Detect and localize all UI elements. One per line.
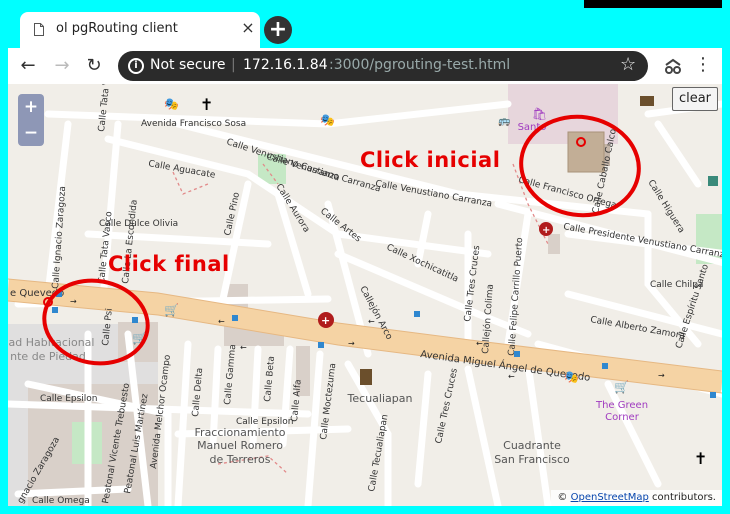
clear-button[interactable]: clear (672, 87, 718, 111)
info-icon[interactable]: i (128, 58, 144, 74)
reload-icon[interactable]: ↻ (82, 54, 106, 78)
address-separator: | (231, 57, 236, 73)
place-label: Fraccionamiento (195, 426, 286, 439)
museum-icon (640, 96, 654, 106)
svg-text:←: ← (476, 339, 483, 348)
page-icon (34, 23, 44, 36)
place-label: Tecualiapan (347, 392, 413, 405)
shop-icon: 🛒 (164, 303, 179, 317)
place-label: The Green (595, 400, 648, 411)
forward-icon[interactable]: → (50, 54, 74, 78)
svg-text:+: + (542, 225, 550, 236)
zoom-control: + − (18, 94, 44, 146)
zoom-out-button[interactable]: − (18, 120, 44, 146)
shop-icon: 🛍 (532, 107, 547, 121)
svg-text:+: + (321, 314, 330, 327)
annotation-end-label: Click final (108, 252, 230, 276)
cross-icon: ✝ (200, 95, 213, 114)
svg-text:→: → (348, 339, 355, 348)
attribution-prefix: © (557, 492, 568, 503)
new-tab-button[interactable]: + (264, 16, 292, 44)
place-label: de Terreros (210, 453, 271, 466)
browser-menu-icon[interactable]: ⋮ (694, 54, 712, 75)
street-label: Calle Higuera (645, 178, 686, 235)
street-label: Calle Tres Cruces (434, 367, 460, 445)
cross-icon: ✝ (694, 449, 707, 468)
place-label: Cuadrante (503, 439, 561, 452)
church-building (567, 131, 605, 173)
svg-text:←: ← (368, 317, 375, 326)
tab-close-icon[interactable]: × (238, 18, 258, 38)
browser-toolbar: ← → ↻ i Not secure | 172.16.1.84 :3000/p… (8, 48, 722, 84)
extension-icon[interactable] (663, 56, 683, 76)
browser-window: ol pgRouting client × + ← → ↻ i Not secu… (0, 0, 730, 514)
url-host: 172.16.1.84 (243, 57, 328, 73)
street-label: Calle Beta (263, 356, 277, 403)
bus-icon (708, 176, 718, 186)
zoom-in-button[interactable]: + (18, 94, 44, 120)
theatre-icon: 🎭 (564, 370, 579, 384)
annotation-start-label: Click inicial (360, 148, 501, 172)
svg-text:←: ← (240, 343, 247, 352)
place-label: Corner (605, 412, 640, 423)
back-icon[interactable]: ← (16, 54, 40, 78)
svg-text:←: ← (218, 317, 225, 326)
shop-icon: 🛒 (614, 380, 629, 394)
url-path: :3000/pgrouting-test.html (329, 57, 511, 73)
street-label: Calle Felipe Carrillo Puerto (507, 237, 525, 357)
svg-text:→: → (658, 371, 665, 380)
theatre-icon: 🎭 (320, 113, 335, 127)
map-attribution: © OpenStreetMap contributors. (551, 490, 722, 506)
place-label: Manuel Romero (197, 439, 283, 452)
street-label: Calle Epsilon (40, 394, 98, 404)
openstreetmap-link[interactable]: OpenStreetMap (571, 492, 649, 503)
police-icon (360, 369, 372, 385)
map-viewport[interactable]: Avenida Francisco Sosa Calle Venustiano … (8, 84, 722, 506)
building (548, 234, 560, 254)
security-label[interactable]: Not secure (150, 57, 226, 73)
theatre-icon: 🎭 (164, 97, 179, 111)
bus-icon: 🚌 (498, 116, 511, 127)
street-label: Avenida Francisco Sosa (141, 119, 246, 129)
street-label: Calle Omega (32, 496, 90, 506)
browser-tab[interactable]: ol pgRouting client × (20, 12, 260, 48)
svg-text:→: → (70, 297, 77, 306)
svg-text:←: ← (508, 372, 515, 381)
tab-title: ol pgRouting client (56, 21, 178, 36)
place-label: San Francisco (494, 453, 570, 466)
street-label: Calle Tata Vasco (97, 84, 115, 132)
street-label: Calle Gamma (223, 344, 238, 405)
address-bar[interactable]: i Not secure | 172.16.1.84 :3000/pgrouti… (118, 51, 648, 81)
bookmark-star-icon[interactable]: ☆ (620, 54, 636, 75)
tab-strip: ol pgRouting client × + (8, 8, 722, 48)
attribution-suffix: contributors. (652, 492, 716, 503)
